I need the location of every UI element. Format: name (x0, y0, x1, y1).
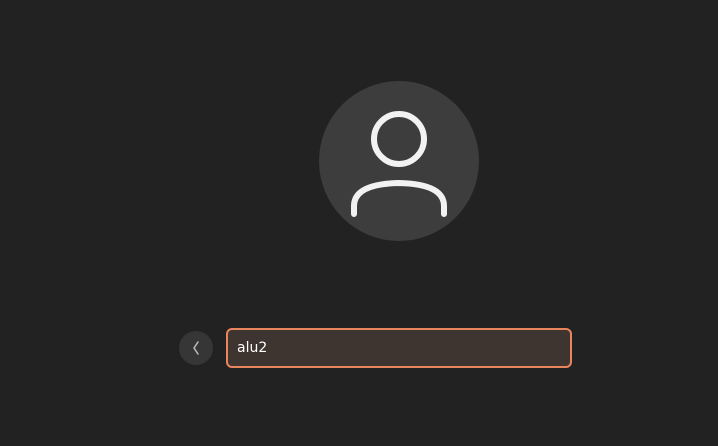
username-field[interactable] (226, 328, 572, 368)
username-input[interactable] (228, 330, 570, 366)
user-silhouette-icon (351, 111, 447, 217)
back-button[interactable] (179, 331, 213, 365)
user-avatar (319, 81, 479, 241)
login-screen (0, 0, 718, 446)
chevron-left-icon (193, 341, 199, 355)
